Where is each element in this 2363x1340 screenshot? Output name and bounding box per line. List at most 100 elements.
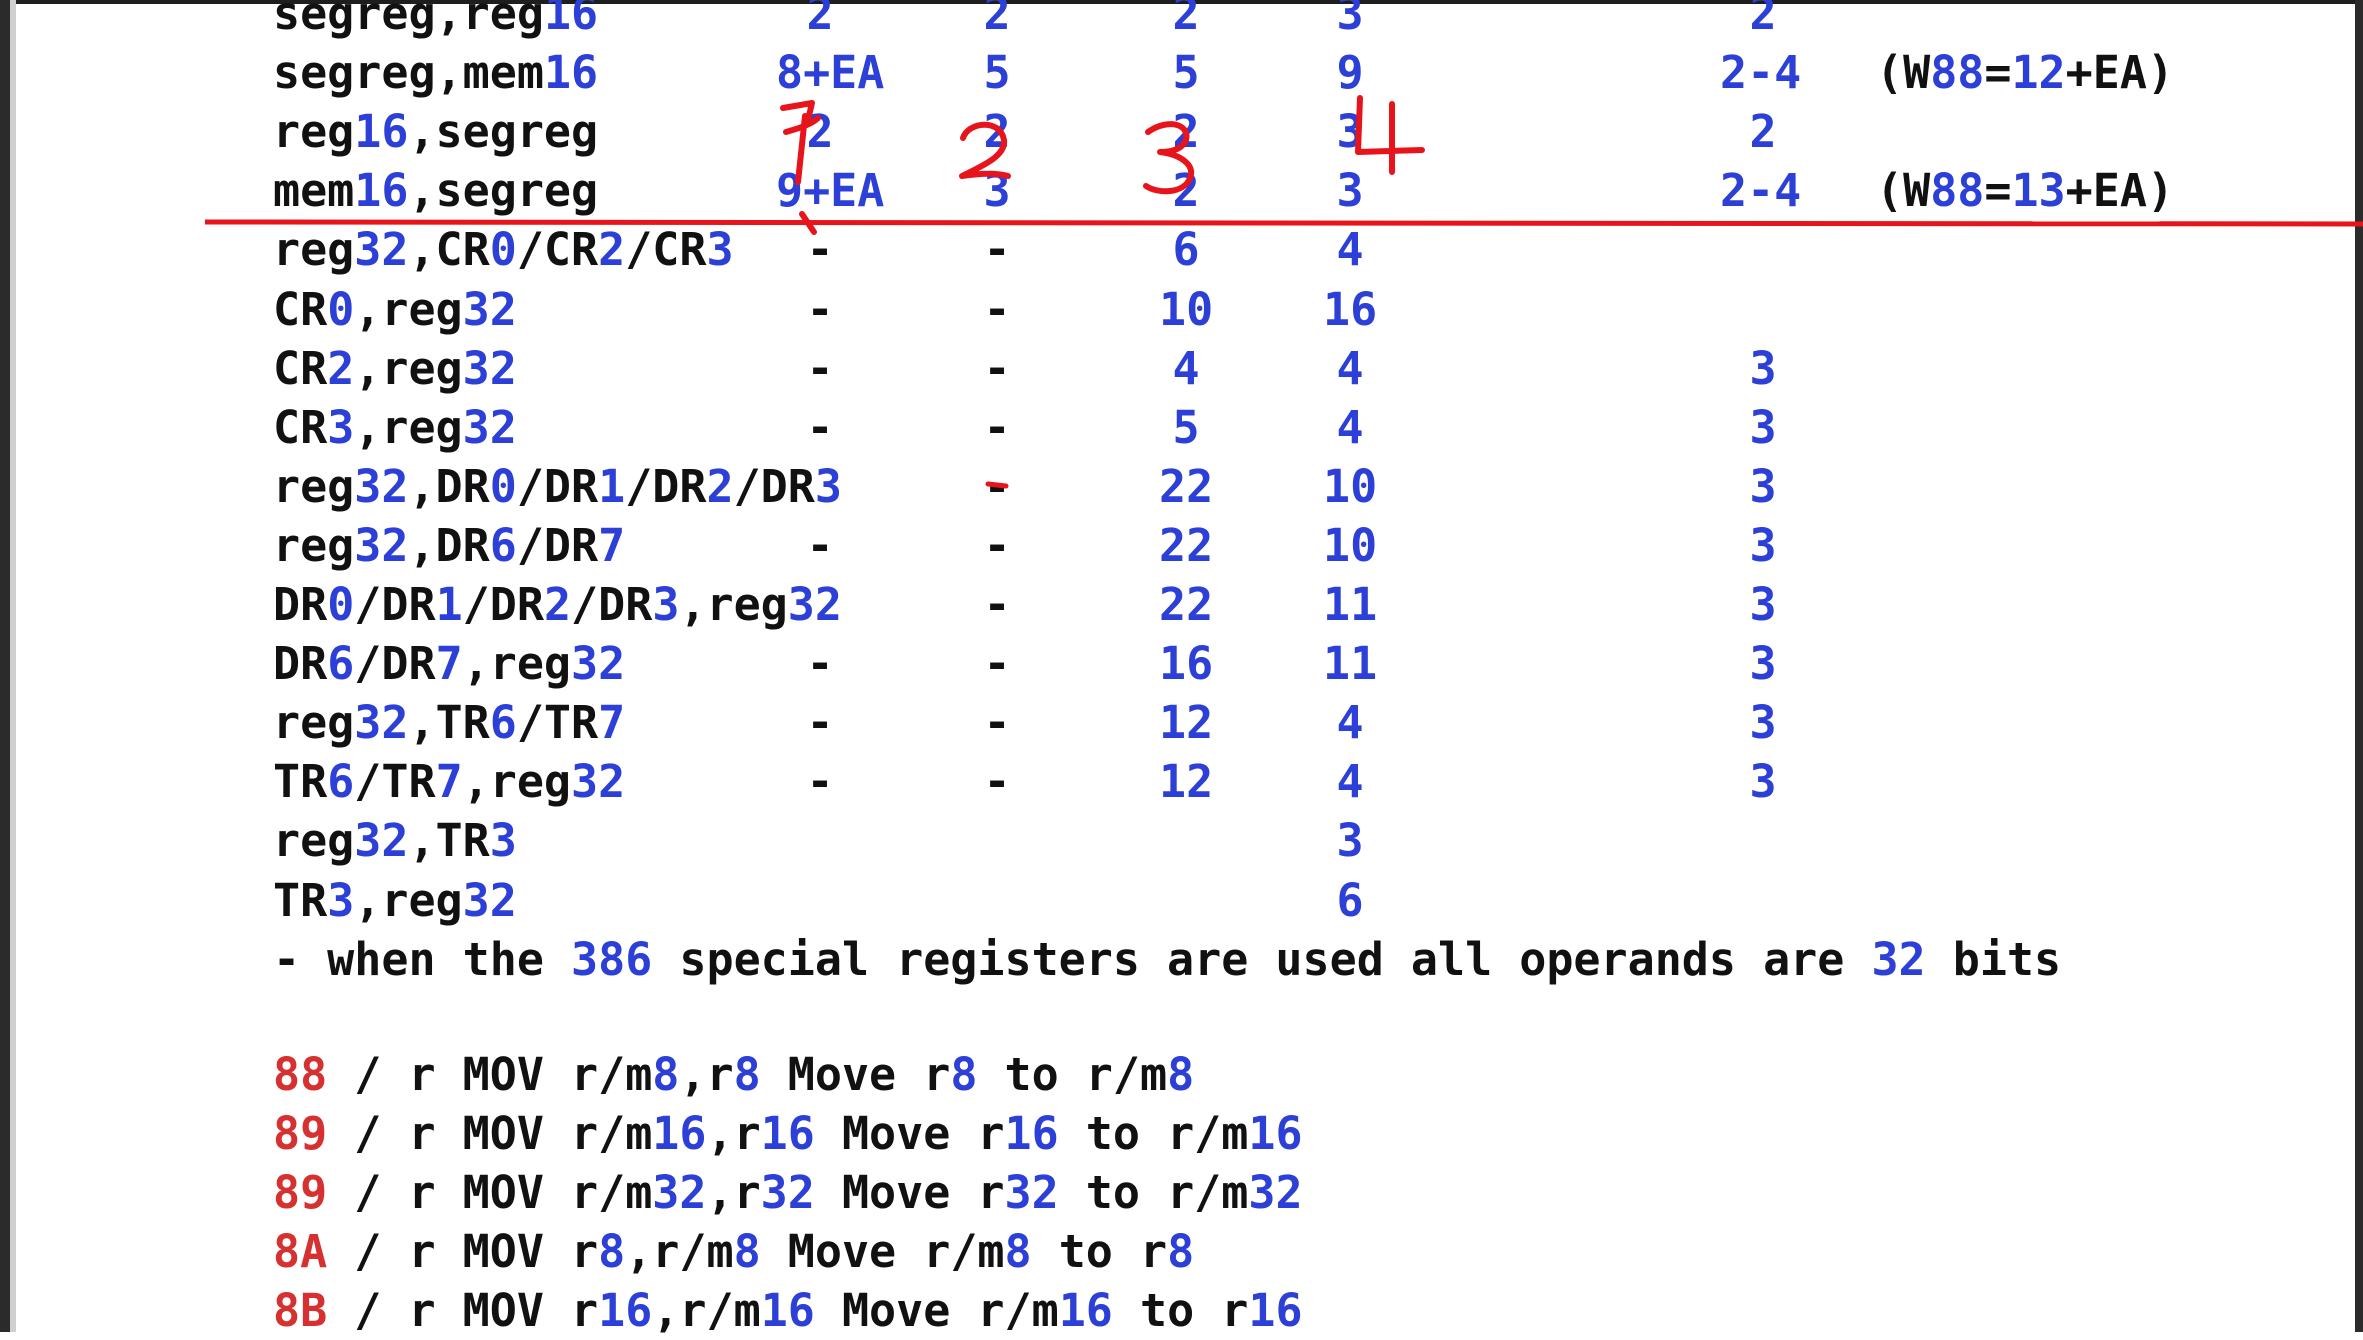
operand-cell: DR0/DR1/DR2/DR3,reg32 bbox=[273, 576, 842, 634]
text-token: /TR bbox=[354, 755, 436, 809]
operand-cell: reg16,segreg bbox=[273, 103, 598, 161]
number-token: 6 bbox=[489, 696, 517, 750]
text-token: ,reg bbox=[462, 755, 572, 809]
timing-cell-c3: 2 bbox=[1172, 164, 1200, 218]
text-token: DR bbox=[273, 578, 328, 631]
text-token: ,segreg bbox=[408, 105, 599, 159]
number-token: 3 bbox=[327, 873, 355, 927]
text-token: ,r bbox=[679, 1048, 734, 1101]
timing-table-row: mem16,segreg 9+EA 3 2 3 2-4 (W88=13+EA) bbox=[0, 162, 2363, 220]
text-token: TR bbox=[273, 755, 328, 809]
timing-table-row: CR0,reg32 - - 10 16 bbox=[0, 281, 2363, 339]
number-token: 16 bbox=[1248, 1107, 1303, 1160]
text-token: reg bbox=[273, 223, 355, 277]
operand-cell: reg32,DR6/DR7 bbox=[273, 517, 625, 575]
text-token: /DR bbox=[354, 578, 436, 631]
timing-cell-c2: - bbox=[983, 755, 1011, 809]
operand-cell: reg32,CR0/CR2/CR3 bbox=[273, 221, 734, 279]
number-token: 16 bbox=[543, 0, 599, 40]
timing-cell-c2: 3 bbox=[983, 164, 1011, 218]
number-token: 32 bbox=[652, 1166, 707, 1219]
text-token: reg bbox=[273, 459, 355, 513]
timing-cell-c2: - bbox=[983, 341, 1011, 395]
number-token: 32 bbox=[1004, 1166, 1059, 1219]
number-token: 6 bbox=[489, 518, 517, 572]
operand-cell: CR0,reg32 bbox=[273, 281, 517, 339]
text-token: /DR bbox=[462, 578, 544, 631]
text-token: special registers are used all operands … bbox=[652, 932, 1872, 986]
text-token: ,TR bbox=[408, 696, 490, 750]
timing-cell-c2: - bbox=[983, 578, 1011, 631]
text-token: /DR bbox=[516, 459, 599, 513]
number-token: 0 bbox=[489, 459, 517, 513]
timing-cell-c1: - bbox=[806, 400, 834, 454]
number-token: 88 bbox=[1930, 46, 1985, 100]
opcode-hex: 8B bbox=[273, 1284, 328, 1337]
text-token: ,r/m bbox=[652, 1284, 761, 1337]
text-token: ,reg bbox=[679, 578, 788, 631]
timing-cell-c2: - bbox=[983, 696, 1011, 750]
number-token: 8 bbox=[652, 1048, 680, 1101]
number-token: 32 bbox=[462, 341, 517, 395]
timing-cell-c5: 2-4 bbox=[1720, 46, 1802, 100]
timing-cell-c1: - bbox=[806, 518, 834, 572]
text-token: reg bbox=[273, 518, 355, 572]
timing-cell-c3: 12 bbox=[1159, 755, 1214, 809]
timing-cell-c5: 3 bbox=[1749, 696, 1777, 750]
number-token: 0 bbox=[489, 223, 517, 277]
text-token: ,r/m bbox=[625, 1225, 734, 1278]
number-token: 16 bbox=[354, 105, 409, 159]
timing-cell-c2: - bbox=[983, 223, 1011, 277]
text-token: / r MOV r/m bbox=[327, 1048, 653, 1101]
opcode-line: 8B / r MOV r16,r/m16 Move r/m16 to r16 bbox=[273, 1282, 1303, 1340]
timing-table-row: reg32,DR0/DR1/DR2/DR3-22 10 3 bbox=[0, 458, 2363, 516]
number-token: 6 bbox=[327, 637, 355, 691]
timing-table-row: segreg,mem16 8+EA 5 5 9 2-4 (W88=12+EA) bbox=[0, 44, 2363, 102]
number-token: 16 bbox=[760, 1107, 815, 1160]
timing-table-row: reg32,TR6/TR7 - - 12 4 3 bbox=[0, 694, 2363, 752]
text-token: to r bbox=[1112, 1284, 1249, 1337]
remark-cell: (W88=12+EA) bbox=[1876, 44, 2174, 102]
number-token: 8 bbox=[598, 1225, 626, 1278]
timing-cell-c4: 4 bbox=[1336, 341, 1364, 395]
timing-cell-c5: 3 bbox=[1749, 518, 1777, 572]
number-token: 32 bbox=[1248, 1166, 1303, 1219]
text-token: ,reg bbox=[354, 341, 463, 395]
operand-cell: mem16,segreg bbox=[273, 162, 598, 220]
number-token: 32 bbox=[354, 459, 409, 513]
timing-table-row: CR2,reg32 - - 4 4 3 bbox=[0, 340, 2363, 398]
timing-cell-c1: 2 bbox=[806, 0, 834, 40]
text-token: /DR bbox=[571, 578, 653, 631]
text-token: ,r bbox=[706, 1166, 761, 1219]
number-token: 0 bbox=[327, 578, 355, 631]
number-token: 32 bbox=[787, 578, 842, 631]
timing-cell-c4: 16 bbox=[1323, 282, 1378, 336]
timing-cell-c3: 5 bbox=[1172, 46, 1200, 100]
timing-table-row: TR3,reg32 6 bbox=[0, 872, 2363, 930]
number-token: 2 bbox=[706, 459, 734, 513]
opcode-hex: 8A bbox=[273, 1225, 328, 1278]
number-token: 7 bbox=[598, 518, 626, 572]
text-token: to r/m bbox=[1058, 1166, 1249, 1219]
text-token: reg bbox=[273, 814, 355, 868]
text-token: reg bbox=[273, 696, 355, 750]
opcode-hex: 89 bbox=[273, 1166, 328, 1219]
timing-cell-c2: 2 bbox=[983, 0, 1011, 40]
timing-cell-c4: 4 bbox=[1336, 400, 1364, 454]
number-token: 32 bbox=[354, 518, 409, 572]
text-token: / r MOV r/m bbox=[327, 1107, 653, 1160]
number-token: 2 bbox=[598, 223, 626, 277]
operand-cell: CR2,reg32 bbox=[273, 340, 517, 398]
timing-cell-c5: 2 bbox=[1749, 105, 1777, 159]
timing-cell-c2: - bbox=[983, 518, 1011, 572]
text-token: segreg,reg bbox=[273, 0, 544, 40]
opcode-line: 89 / r MOV r/m16,r16 Move r16 to r/m16 bbox=[273, 1105, 1303, 1163]
text-token: ,TR bbox=[408, 814, 490, 868]
number-token: 16 bbox=[1058, 1284, 1113, 1337]
number-token: 8 bbox=[733, 1048, 761, 1101]
text-token: (W bbox=[1876, 164, 1931, 218]
number-token: 16 bbox=[652, 1107, 707, 1160]
timing-cell-c1: 2 bbox=[806, 105, 834, 159]
opcode-line: 89 / r MOV r/m32,r32 Move r32 to r/m32 bbox=[273, 1164, 1303, 1222]
text-token: ,r bbox=[706, 1107, 761, 1160]
